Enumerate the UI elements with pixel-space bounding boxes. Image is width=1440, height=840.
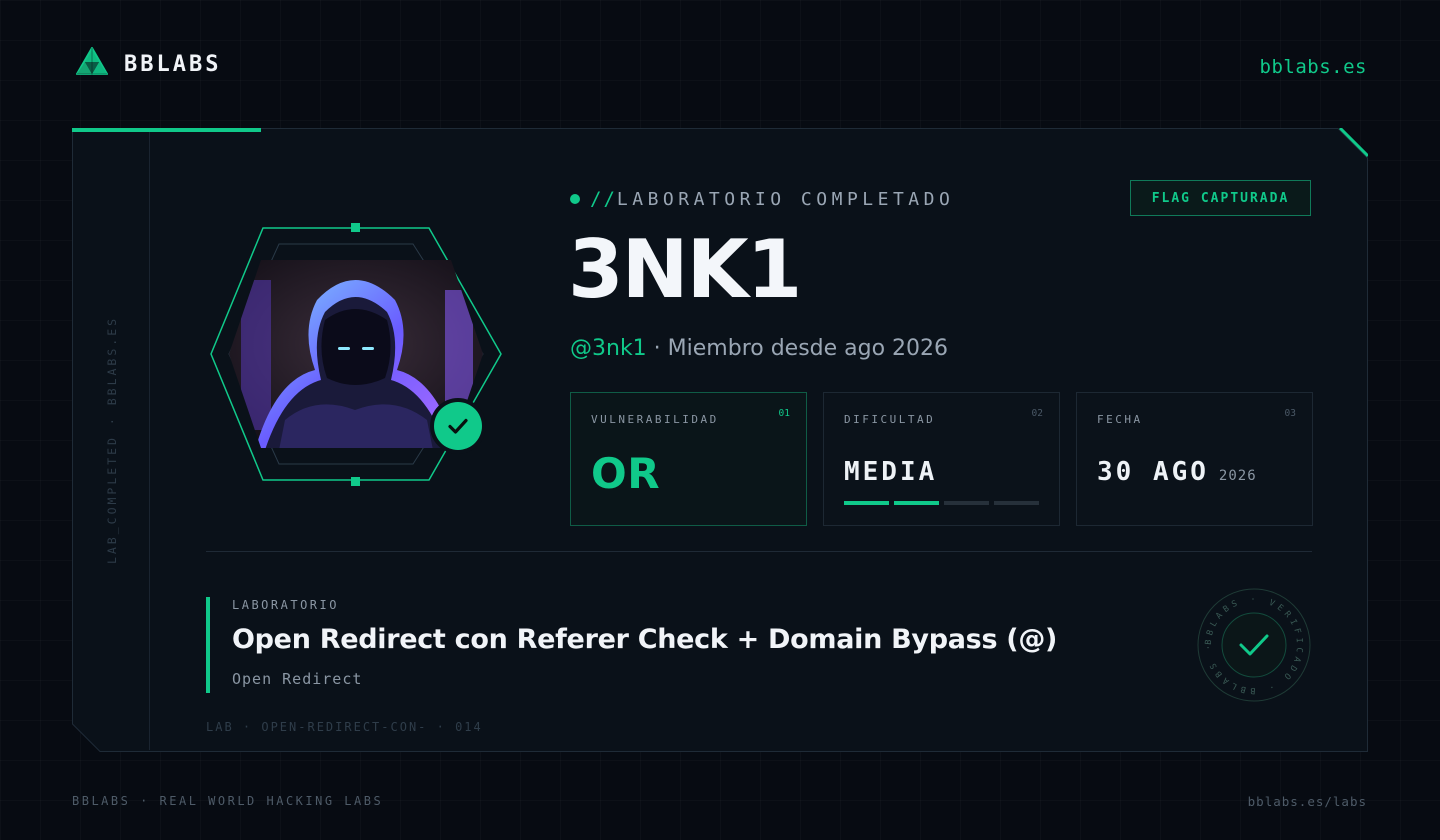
verified-badge [434, 402, 482, 450]
lab-category: Open Redirect [232, 670, 363, 688]
flag-captured-badge[interactable]: FLAG CAPTURADA [1130, 180, 1311, 216]
status-slashes: // [590, 188, 617, 210]
brand-name: BBLABS [124, 51, 222, 77]
difficulty-meter [844, 501, 1039, 505]
stat-label: VULNERABILIDAD [591, 413, 719, 426]
card-accent-bar [72, 128, 261, 132]
stat-number: 01 [778, 408, 790, 419]
lab-title[interactable]: Open Redirect con Referer Check + Domain… [232, 624, 1057, 655]
site-link[interactable]: bblabs.es [1260, 56, 1367, 78]
lab-label: LABORATORIO [232, 598, 339, 612]
side-vertical-text: LAB_COMPLETED · BBLABS.ES [105, 315, 119, 565]
stat-vulnerability: VULNERABILIDAD 01 OR [570, 392, 807, 526]
stat-label: DIFICULTAD [844, 413, 936, 426]
difficulty-bar [994, 501, 1039, 505]
verified-seal: BBLABS · VERIFICADO · BBLABS · [1197, 588, 1311, 702]
stat-value: OR [591, 449, 661, 498]
lab-code: LAB · OPEN-REDIRECT-CON- · 014 [206, 720, 483, 734]
status-text: LABORATORIO COMPLETADO [616, 188, 955, 210]
status-row: // LABORATORIO COMPLETADO [570, 188, 954, 210]
stat-number: 02 [1031, 408, 1043, 419]
user-handle[interactable]: @3nk1 [570, 336, 647, 361]
difficulty-bar [894, 501, 939, 505]
bblabs-logo-icon [76, 47, 108, 80]
stat-date: FECHA 03 30 AGO 2026 [1076, 392, 1313, 526]
brand[interactable]: BBLABS [74, 46, 221, 82]
difficulty-bar [944, 501, 989, 505]
user-meta: @3nk1 · Miembro desde ago 2026 [570, 336, 948, 361]
stat-label: FECHA [1097, 413, 1143, 426]
section-divider [206, 551, 1312, 552]
stat-value: 30 AGO 2026 [1097, 457, 1257, 487]
date-year: 2026 [1218, 468, 1257, 484]
stat-number: 03 [1284, 408, 1296, 419]
card-side-divider [149, 132, 150, 750]
checkmark-icon [448, 418, 468, 434]
status-dot-icon [570, 194, 580, 204]
stat-value: MEDIA [844, 457, 938, 487]
date-day-month: 30 AGO [1097, 457, 1209, 487]
lab-accent-bar [206, 597, 210, 693]
stat-difficulty: DIFICULTAD 02 MEDIA [823, 392, 1060, 526]
member-since: · Miembro desde ago 2026 [646, 336, 949, 361]
footer-link[interactable]: bblabs.es/labs [1248, 794, 1367, 809]
user-name: 3NK1 [568, 223, 802, 316]
difficulty-bar [844, 501, 889, 505]
footer-tagline: BBLABS · REAL WORLD HACKING LABS [72, 794, 384, 808]
